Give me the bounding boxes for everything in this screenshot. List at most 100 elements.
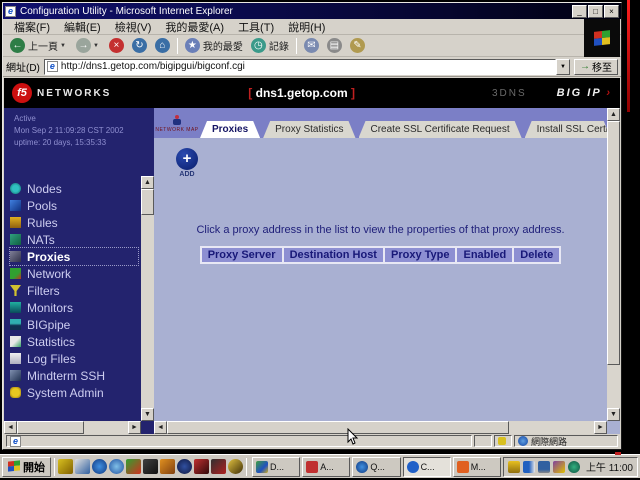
quick-launch-icon[interactable] xyxy=(177,459,192,474)
start-button[interactable]: 開始 xyxy=(2,457,51,477)
history-button[interactable]: ◷ 記錄 xyxy=(247,37,293,54)
task-window-button[interactable]: A... xyxy=(302,457,350,477)
quick-launch-icon[interactable] xyxy=(75,459,90,474)
title-bar[interactable]: e Configuration Utility - Microsoft Inte… xyxy=(3,3,621,19)
ie-window: e Configuration Utility - Microsoft Inte… xyxy=(2,2,622,450)
sidebar-item-log-files[interactable]: Log Files xyxy=(10,350,138,367)
tab-proxy-statistics[interactable]: Proxy Statistics xyxy=(263,121,355,138)
tab-install-ssl-certificate[interactable]: Install SSL Certif xyxy=(525,121,611,138)
tab-create-ssl-certificate-request[interactable]: Create SSL Certificate Request xyxy=(359,121,522,138)
link-bigip[interactable]: BIG IP › xyxy=(557,87,612,99)
maximize-button[interactable]: □ xyxy=(588,5,603,18)
minimize-button[interactable]: _ xyxy=(572,5,587,18)
scroll-left-icon[interactable]: ◄ xyxy=(4,421,17,434)
main-horizontal-scrollbar[interactable]: ◄ ► xyxy=(154,421,607,434)
sidebar-item-nodes[interactable]: Nodes xyxy=(10,180,138,197)
quick-launch-icon[interactable] xyxy=(194,459,209,474)
tray-app-icon[interactable] xyxy=(568,461,580,473)
globe-icon xyxy=(518,436,528,446)
sidebar-item-nats[interactable]: NATs xyxy=(10,231,138,248)
table-header-row: Proxy Server Destination Host Proxy Type… xyxy=(201,247,561,263)
quick-launch-icon[interactable] xyxy=(58,459,73,474)
sidebar-item-monitors[interactable]: Monitors xyxy=(10,299,138,316)
date-line: Mon Sep 2 11:09:28 CST 2002 xyxy=(14,125,154,137)
forward-button[interactable]: → ▼ xyxy=(72,37,105,54)
address-input[interactable]: e http://dns1.getop.com/bigipgui/bigconf… xyxy=(44,59,556,75)
display-icon[interactable] xyxy=(538,461,550,473)
volume-icon[interactable] xyxy=(508,461,520,473)
quick-launch-icon[interactable] xyxy=(211,459,226,474)
main-vertical-scrollbar[interactable]: ▲ ▼ xyxy=(607,108,620,421)
task-window-button-active[interactable]: C... xyxy=(403,457,451,477)
sidebar-item-pools[interactable]: Pools xyxy=(10,197,138,214)
scrollbar-thumb[interactable] xyxy=(607,121,620,365)
quick-launch-icon[interactable] xyxy=(92,459,107,474)
add-icon[interactable]: + xyxy=(176,148,198,170)
menu-tools[interactable]: 工具(T) xyxy=(231,19,281,35)
network-map-button[interactable]: NETWORK MAP xyxy=(154,110,200,138)
menu-file[interactable]: 檔案(F) xyxy=(7,19,57,35)
refresh-button[interactable]: ↻ xyxy=(128,37,151,54)
edit-button[interactable]: ✎ xyxy=(346,37,369,54)
address-dropdown-button[interactable]: ▼ xyxy=(556,59,570,75)
link-3dns[interactable]: 3DNS xyxy=(492,88,527,99)
sidebar-item-bigpipe[interactable]: BIGpipe xyxy=(10,316,138,333)
quick-launch-icon[interactable] xyxy=(228,459,243,474)
status-bar: e 網際網路 xyxy=(4,434,620,448)
menu-help[interactable]: 說明(H) xyxy=(281,19,332,35)
sidebar-item-rules[interactable]: Rules xyxy=(10,214,138,231)
scroll-right-icon[interactable]: ► xyxy=(128,421,141,434)
network-icon xyxy=(10,268,21,279)
tray-app-icon[interactable] xyxy=(553,461,565,473)
scroll-down-icon[interactable]: ▼ xyxy=(607,408,620,421)
home-button[interactable]: ⌂ xyxy=(151,37,174,54)
menu-view[interactable]: 檢視(V) xyxy=(108,19,159,35)
go-button[interactable]: → 移至 xyxy=(574,59,618,75)
mail-button[interactable]: ✉ xyxy=(300,37,323,54)
scroll-left-icon[interactable]: ◄ xyxy=(154,421,167,434)
task-window-button[interactable]: Q... xyxy=(352,457,400,477)
sidebar-item-system-admin[interactable]: System Admin xyxy=(10,384,138,401)
hostname-text: dns1.getop.com xyxy=(256,86,348,100)
proxy-table: Proxy Server Destination Host Proxy Type… xyxy=(154,246,607,264)
log-files-icon xyxy=(10,353,21,364)
scrollbar-thumb[interactable] xyxy=(141,189,154,215)
sidebar-item-mindterm-ssh[interactable]: Mindterm SSH xyxy=(10,367,138,384)
print-button[interactable]: ▤ xyxy=(323,37,346,54)
menu-edit[interactable]: 編輯(E) xyxy=(57,19,108,35)
sidebar-item-filters[interactable]: Filters xyxy=(10,282,138,299)
menu-favorites[interactable]: 我的最愛(A) xyxy=(158,19,231,35)
sidebar-item-proxies[interactable]: Proxies xyxy=(10,248,138,265)
scroll-up-icon[interactable]: ▲ xyxy=(607,108,620,121)
sidebar-vertical-scrollbar[interactable]: ▲ ▼ xyxy=(141,176,154,421)
favorites-button[interactable]: ★ 我的最愛 xyxy=(181,37,247,54)
tab-proxies[interactable]: Proxies xyxy=(200,121,260,138)
sidebar-item-network[interactable]: Network xyxy=(10,265,138,282)
quick-launch-icon[interactable] xyxy=(126,459,141,474)
input-language-icon[interactable] xyxy=(523,461,535,473)
add-proxy-button[interactable]: + ADD xyxy=(172,148,202,178)
scroll-down-icon[interactable]: ▼ xyxy=(141,408,154,421)
forward-dropdown-icon[interactable]: ▼ xyxy=(93,43,99,49)
scroll-up-icon[interactable]: ▲ xyxy=(141,176,154,189)
stop-button[interactable]: × xyxy=(105,37,128,54)
quick-launch-icon[interactable] xyxy=(109,459,124,474)
scrollbar-thumb[interactable] xyxy=(167,421,509,434)
address-bar: 網址(D) e http://dns1.getop.com/bigipgui/b… xyxy=(3,57,621,77)
scrollbar-thumb[interactable] xyxy=(17,421,84,434)
f5-logo-icon[interactable]: f5 xyxy=(12,83,32,103)
back-dropdown-icon[interactable]: ▼ xyxy=(60,43,66,49)
address-label: 網址(D) xyxy=(6,59,40,74)
scroll-right-icon[interactable]: ► xyxy=(594,421,607,434)
task-window-button[interactable]: M... xyxy=(453,457,501,477)
back-button[interactable]: ← 上一頁 ▼ xyxy=(6,37,72,54)
nodes-icon xyxy=(10,183,21,194)
sidebar-item-statistics[interactable]: Statistics xyxy=(10,333,138,350)
quick-launch-icon[interactable] xyxy=(143,459,158,474)
close-button[interactable]: × xyxy=(604,5,619,18)
sidebar-horizontal-scrollbar[interactable]: ◄ ► xyxy=(4,421,141,434)
task-window-button[interactable]: D... xyxy=(252,457,300,477)
security-pane xyxy=(494,435,512,447)
quick-launch-icon[interactable] xyxy=(160,459,175,474)
history-icon: ◷ xyxy=(251,38,266,53)
